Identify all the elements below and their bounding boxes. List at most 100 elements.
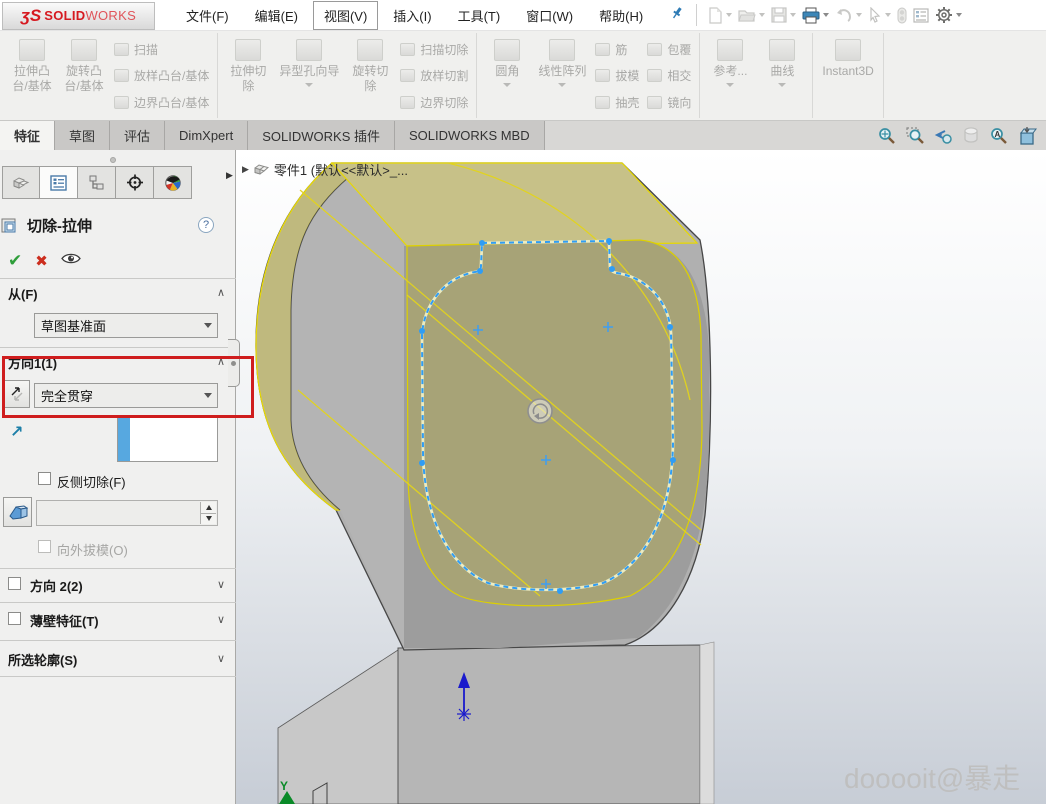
ok-button[interactable]: ✔ — [8, 251, 22, 271]
chevron-down-icon[interactable] — [503, 83, 511, 87]
tab-feature-manager-tree[interactable] — [2, 166, 40, 199]
tab-特征[interactable]: 特征 — [0, 121, 55, 150]
curves-button[interactable]: 曲线 — [756, 35, 808, 116]
direction1-group-header[interactable]: 方向1(1) — [8, 353, 57, 373]
chevron-down-icon[interactable] — [726, 83, 734, 87]
menu-6[interactable]: 窗口(W) — [515, 1, 584, 30]
mirror-button[interactable]: 镜向 — [647, 93, 691, 111]
menu-5[interactable]: 工具(T) — [447, 1, 512, 30]
from-group-header[interactable]: 从(F) — [8, 284, 38, 304]
menu-1[interactable]: 文件(F) — [175, 1, 240, 30]
ribbon-group: 圆角线性阵列筋拔模抽壳 包覆相交镜向 — [477, 33, 700, 118]
undo-button[interactable] — [835, 8, 862, 23]
divider — [0, 568, 236, 569]
draft-outward-checkbox[interactable] — [38, 540, 51, 553]
pin-icon[interactable] — [666, 5, 688, 26]
fillet-button[interactable]: 圆角 — [481, 35, 533, 116]
direction2-checkbox[interactable] — [8, 577, 21, 590]
draft-angle-spinner[interactable] — [36, 500, 218, 526]
spin-up-button[interactable] — [201, 502, 216, 514]
draft-button[interactable]: 拔模 — [595, 67, 639, 85]
performance-icon[interactable] — [897, 7, 907, 24]
start-condition-select[interactable]: 草图基准面 — [34, 313, 218, 338]
selected-contours-label[interactable]: 所选轮廓(S) — [8, 650, 77, 669]
lofted-cut-button[interactable]: 放样切割 — [400, 67, 468, 85]
expand-icon[interactable]: ∨ — [217, 652, 225, 665]
preview-eye-icon[interactable] — [61, 252, 81, 270]
intersect-button[interactable]: 相交 — [647, 67, 691, 85]
previous-view-icon[interactable] — [931, 125, 954, 147]
reverse-direction-button[interactable] — [3, 380, 30, 408]
flip-side-checkbox[interactable] — [38, 472, 51, 485]
view-orientation-icon[interactable] — [1015, 125, 1038, 147]
end-condition-select[interactable]: 完全贯穿 — [34, 383, 218, 408]
revolved-cut-button[interactable]: 旋转切除 — [344, 35, 396, 116]
save-button[interactable] — [771, 7, 796, 23]
expand-tree-icon[interactable]: ▶ — [242, 164, 249, 175]
boundary-cut-icon — [400, 96, 415, 109]
chevron-down-icon[interactable] — [305, 83, 313, 87]
model-canvas[interactable]: Y dooooit@暴走 — [236, 150, 1046, 804]
graphics-viewport[interactable]: Y dooooit@暴走 ▶ 零件1 (默认<<默认>_... — [236, 150, 1046, 804]
collapse-icon[interactable]: ∧ — [217, 286, 225, 299]
help-icon[interactable]: ? — [198, 217, 214, 233]
swept-cut-label: 扫描切除 — [420, 41, 468, 58]
direction2-label[interactable]: 方向 2(2) — [30, 576, 83, 595]
task-pane-button[interactable] — [913, 8, 929, 23]
zoom-to-area-icon[interactable] — [903, 125, 926, 147]
panel-splitter-handle[interactable] — [228, 339, 240, 387]
select-cursor-button[interactable] — [868, 7, 891, 23]
extruded-cut-button[interactable]: 拉伸切除 — [222, 35, 274, 116]
new-file-button[interactable] — [708, 7, 732, 24]
menu-4[interactable]: 插入(I) — [382, 1, 442, 30]
expand-icon[interactable]: ∨ — [217, 613, 225, 626]
extruded-boss-base-button[interactable]: 拉伸凸台/基体 — [6, 35, 58, 116]
revolved-boss-base-button[interactable]: 旋转凸台/基体 — [58, 35, 110, 116]
tab-草图[interactable]: 草图 — [55, 121, 110, 150]
rib-button[interactable]: 筋 — [595, 40, 639, 58]
draft-button[interactable] — [3, 497, 32, 527]
chevron-down-icon[interactable] — [778, 83, 786, 87]
shell-button[interactable]: 抽壳 — [595, 93, 639, 111]
menu-2[interactable]: 编辑(E) — [244, 1, 309, 30]
settings-gear-button[interactable] — [935, 6, 962, 24]
tab-configuration-manager[interactable] — [78, 166, 116, 199]
cancel-button[interactable]: ✖ — [35, 252, 48, 270]
section-view-icon[interactable] — [959, 125, 982, 147]
print-button[interactable] — [802, 7, 829, 24]
tab-评估[interactable]: 评估 — [110, 121, 165, 150]
pm-title: 切除-拉伸 — [27, 215, 92, 236]
boundary-cut-button[interactable]: 边界切除 — [400, 93, 468, 111]
expand-icon[interactable]: ∨ — [217, 578, 225, 591]
tab-property-manager[interactable] — [40, 166, 78, 199]
tab-dimxpert[interactable]: DimXpert — [165, 121, 248, 150]
collapse-icon[interactable]: ∧ — [217, 355, 225, 368]
wrap-button[interactable]: 包覆 — [647, 40, 691, 58]
panel-expand-arrow-icon[interactable]: ▶ — [226, 170, 233, 181]
tab-dimxpert-manager[interactable] — [116, 166, 154, 199]
instant3d-button[interactable]: Instant3D — [817, 35, 878, 116]
tab-solidworks-插件[interactable]: SOLIDWORKS 插件 — [248, 121, 395, 150]
chevron-down-icon[interactable] — [558, 83, 566, 87]
thin-feature-checkbox[interactable] — [8, 612, 21, 625]
lofted-boss-base-button[interactable]: 放样凸台/基体 — [114, 67, 209, 85]
tab-solidworks-mbd[interactable]: SOLIDWORKS MBD — [395, 121, 545, 150]
hole-wizard-button[interactable]: 异型孔向导 — [274, 35, 344, 116]
open-file-button[interactable] — [738, 7, 765, 23]
menu-7[interactable]: 帮助(H) — [588, 1, 654, 30]
swept-boss-button[interactable]: 扫描 — [114, 40, 209, 58]
swept-cut-button[interactable]: 扫描切除 — [400, 40, 468, 58]
tab-display-manager[interactable] — [154, 166, 192, 199]
panel-splitter-dot[interactable] — [110, 157, 116, 163]
menu-3[interactable]: 视图(V) — [313, 1, 378, 30]
reference-geometry-button[interactable]: 参考... — [704, 35, 756, 116]
view-settings-icon[interactable]: A — [987, 125, 1010, 147]
viewport-tree-header[interactable]: ▶ 零件1 (默认<<默认>_... — [242, 160, 408, 179]
spin-down-button[interactable] — [201, 514, 216, 525]
zoom-to-fit-icon[interactable] — [875, 125, 898, 147]
direction-selection-box[interactable] — [117, 415, 218, 462]
linear-pattern-button[interactable]: 线性阵列 — [533, 35, 591, 116]
boundary-boss-base-button[interactable]: 边界凸台/基体 — [114, 93, 209, 111]
intersect-icon — [647, 69, 662, 82]
thin-feature-label[interactable]: 薄壁特征(T) — [30, 611, 99, 630]
